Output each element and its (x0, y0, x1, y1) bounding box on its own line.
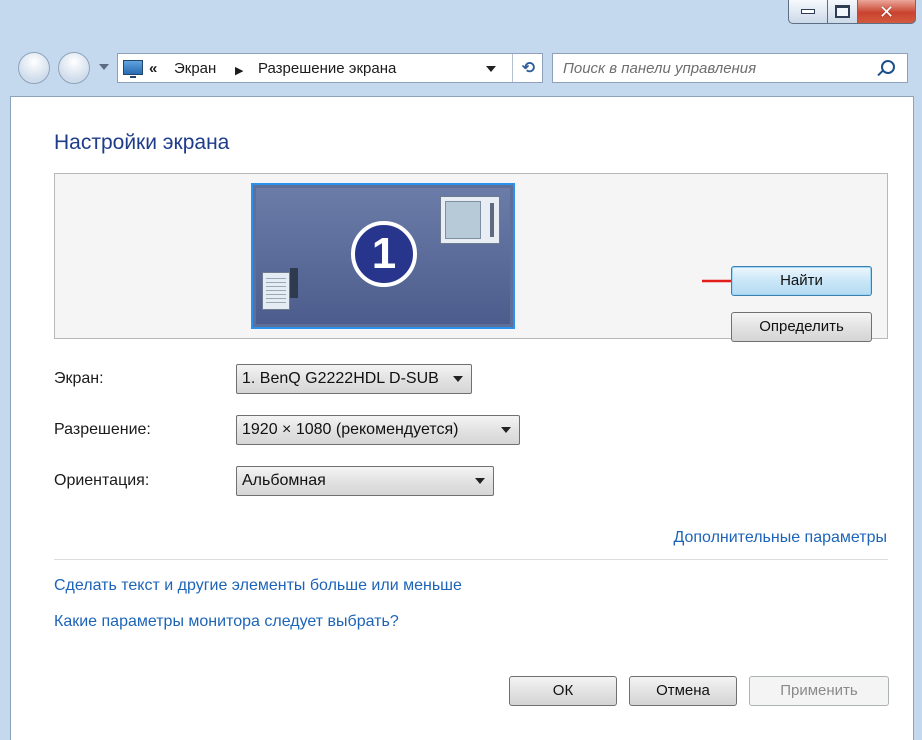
cancel-button[interactable]: Отмена (629, 676, 737, 706)
display-label: Экран: (54, 370, 104, 387)
monitor-number-badge: 1 (351, 221, 417, 287)
display-select[interactable]: 1. BenQ G2222HDL D-SUB (236, 364, 472, 394)
advanced-settings-link[interactable]: Дополнительные параметры (673, 529, 887, 547)
mini-document-icon (262, 272, 290, 310)
orientation-label: Ориентация: (54, 472, 150, 489)
minimize-icon (801, 9, 815, 14)
resolution-label: Разрешение: (54, 421, 151, 438)
maximize-button[interactable] (828, 0, 858, 24)
chevron-down-icon (475, 478, 485, 484)
orientation-select[interactable]: Альбомная (236, 466, 494, 496)
chevron-down-icon (501, 427, 511, 433)
forward-button[interactable] (58, 52, 90, 84)
control-panel-window: ✕ « Экран ▶ Разрешение экрана ⟲ Настройк… (0, 0, 922, 740)
caption-buttons: ✕ (788, 0, 916, 26)
close-button[interactable]: ✕ (858, 0, 916, 24)
monitor-preview-area: 1 Найти Определить (54, 173, 888, 342)
breadcrumb-screen[interactable]: Экран (174, 60, 216, 78)
chevron-down-icon (453, 376, 463, 382)
search-input[interactable] (563, 59, 863, 77)
divider (54, 559, 888, 560)
content-pane: Настройки экрана 1 Найти Определить Экра… (10, 96, 914, 740)
back-button[interactable] (18, 52, 50, 84)
apply-button[interactable]: Применить (749, 676, 889, 706)
orientation-select-value: Альбомная (242, 472, 326, 489)
address-dropdown-icon[interactable] (486, 66, 496, 72)
page-title: Настройки экрана (54, 131, 230, 154)
address-bar[interactable]: « Экран ▶ Разрешение экрана ⟲ (117, 53, 543, 83)
monitor-icon (123, 60, 143, 78)
recent-pages-dropdown-icon[interactable] (99, 64, 109, 70)
breadcrumb-separator-icon[interactable]: ▶ (235, 62, 243, 80)
breadcrumb-overflow-icon[interactable]: « (149, 60, 157, 78)
ok-button[interactable]: ОК (509, 676, 617, 706)
search-box[interactable] (552, 53, 908, 83)
mini-window-icon (440, 196, 500, 244)
find-button[interactable]: Найти (731, 266, 872, 296)
resolution-select-value: 1920 × 1080 (рекомендуется) (242, 421, 459, 438)
maximize-icon (835, 5, 850, 18)
monitor-settings-help-link[interactable]: Какие параметры монитора следует выбрать… (54, 613, 399, 631)
mini-scrollbar-icon (290, 268, 298, 298)
refresh-button[interactable]: ⟲ (512, 54, 544, 82)
resolution-select[interactable]: 1920 × 1080 (рекомендуется) (236, 415, 520, 445)
display-select-value: 1. BenQ G2222HDL D-SUB (242, 370, 439, 387)
text-size-link[interactable]: Сделать текст и другие элементы больше и… (54, 577, 462, 595)
breadcrumb-screen-resolution[interactable]: Разрешение экрана (258, 60, 396, 78)
close-icon: ✕ (878, 1, 895, 22)
identify-button[interactable]: Определить (731, 312, 872, 342)
monitor-desktop: 1 (256, 188, 510, 324)
monitor-1-thumbnail[interactable]: 1 (251, 183, 515, 329)
minimize-button[interactable] (788, 0, 828, 24)
search-icon[interactable] (881, 60, 895, 74)
